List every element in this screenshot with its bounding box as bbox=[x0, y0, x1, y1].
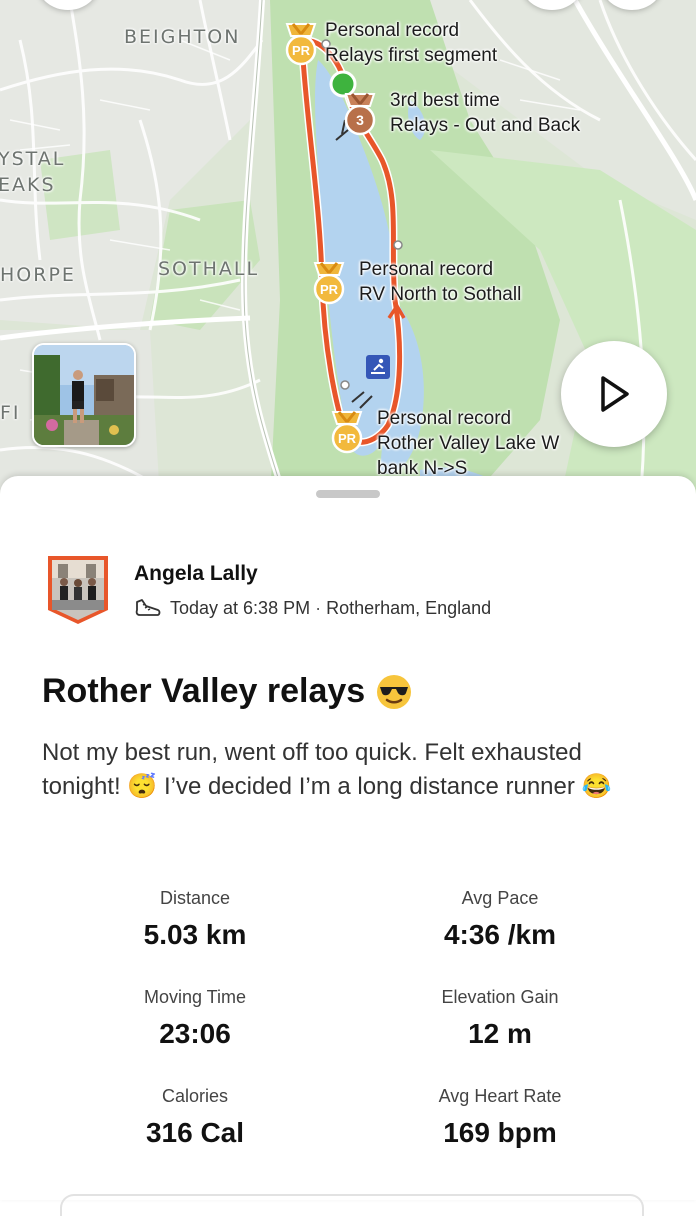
stat-distance: Distance 5.03 km bbox=[45, 888, 345, 951]
map-label-fi: FI bbox=[0, 402, 21, 424]
stat-value: 5.03 km bbox=[143, 919, 247, 950]
achievement-segment: RV North to Sothall bbox=[359, 284, 522, 305]
pr-medal-icon: PR bbox=[285, 23, 317, 66]
achievement-segment: Relays - Out and Back bbox=[390, 115, 581, 136]
map-label-ystal: YSTAL bbox=[0, 148, 66, 170]
map-label-eaks: EAKS bbox=[0, 174, 56, 196]
pr-medal-icon: PR bbox=[331, 411, 363, 454]
achievement-segment: Relays first segment bbox=[325, 45, 498, 66]
activity-details-sheet: Angela Lally Today at 6:38 PM · Rotherha… bbox=[0, 476, 696, 1216]
medal-badge-text: PR bbox=[320, 282, 339, 297]
stat-label: Avg Pace bbox=[461, 888, 539, 908]
drag-handle[interactable] bbox=[316, 490, 380, 498]
stat-label: Moving Time bbox=[143, 987, 247, 1007]
play-icon bbox=[601, 376, 629, 412]
stat-label: Calories bbox=[161, 1086, 229, 1106]
stat-calories: Calories 316 Cal bbox=[45, 1086, 345, 1149]
stat-value: 23:06 bbox=[159, 1018, 231, 1049]
achievement-segment: Rother Valley Lake W bbox=[377, 433, 560, 454]
achievement-type: Personal record bbox=[325, 20, 460, 41]
activity-description: Not my best run, went off too quick. Fel… bbox=[42, 739, 612, 800]
achievement-pr-relays-first-segment[interactable]: PR Personal record Relays first segment bbox=[281, 20, 497, 68]
stat-value: 316 Cal bbox=[145, 1117, 245, 1148]
meta-separator: · bbox=[310, 597, 327, 618]
activity-time: Today at 6:38 PM bbox=[170, 597, 311, 618]
stat-label: Elevation Gain bbox=[441, 987, 559, 1007]
athlete-name[interactable]: Angela Lally bbox=[134, 562, 258, 586]
achievement-type: Personal record bbox=[359, 259, 494, 280]
stat-label: Distance bbox=[159, 888, 231, 908]
activity-title: Rother Valley relays bbox=[42, 672, 413, 711]
map-label-horpe: HORPE bbox=[0, 264, 76, 286]
stat-value: 12 m bbox=[468, 1018, 532, 1049]
stat-value: 4:36 /km bbox=[443, 919, 557, 950]
route-map[interactable]: BEIGHTON YSTAL EAKS HORPE SOTHALL FI PR … bbox=[0, 0, 696, 500]
next-card-edge bbox=[60, 1194, 644, 1216]
achievement-type: Personal record bbox=[377, 408, 512, 429]
stat-label: Avg Heart Rate bbox=[438, 1086, 562, 1106]
map-label-beighton: BEIGHTON bbox=[124, 26, 241, 48]
activity-meta: Today at 6:38 PM · Rotherham, England bbox=[134, 596, 491, 620]
run-shoe-icon bbox=[135, 599, 161, 616]
stat-elevation-gain: Elevation Gain 12 m bbox=[350, 987, 650, 1050]
pr-medal-icon: PR bbox=[313, 262, 345, 305]
activity-title-text: Rother Valley relays bbox=[42, 672, 366, 710]
medal-badge-text: 3 bbox=[356, 112, 364, 128]
achievement-pr-rother-valley-lake[interactable]: PR Personal record Rother Valley Lake W … bbox=[327, 408, 559, 481]
bronze-medal-icon: 3 bbox=[344, 93, 376, 136]
achievement-type: 3rd best time bbox=[390, 90, 500, 111]
stat-value: 169 bpm bbox=[443, 1117, 557, 1148]
activity-location: Rotherham, England bbox=[326, 597, 492, 618]
achievement-3rd-relays-out-and-back[interactable]: 3 3rd best time Relays - Out and Back bbox=[340, 90, 580, 138]
runner-photo bbox=[34, 345, 134, 445]
medal-badge-text: PR bbox=[292, 43, 311, 58]
achievement-pr-rv-north-to-sothall[interactable]: PR Personal record RV North to Sothall bbox=[309, 259, 521, 307]
watersports-icon bbox=[366, 355, 390, 379]
stat-avg-pace: Avg Pace 4:36 /km bbox=[350, 888, 650, 951]
map-label-sothall: SOTHALL bbox=[158, 258, 260, 280]
athlete-avatar[interactable] bbox=[46, 554, 110, 626]
medal-badge-text: PR bbox=[338, 431, 357, 446]
play-flyover-button[interactable] bbox=[561, 341, 667, 447]
activity-photo-thumbnail[interactable] bbox=[32, 343, 136, 447]
stat-avg-heart-rate: Avg Heart Rate 169 bpm bbox=[350, 1086, 650, 1149]
stat-moving-time: Moving Time 23:06 bbox=[45, 987, 345, 1050]
sunglasses-emoji-icon bbox=[377, 674, 412, 709]
